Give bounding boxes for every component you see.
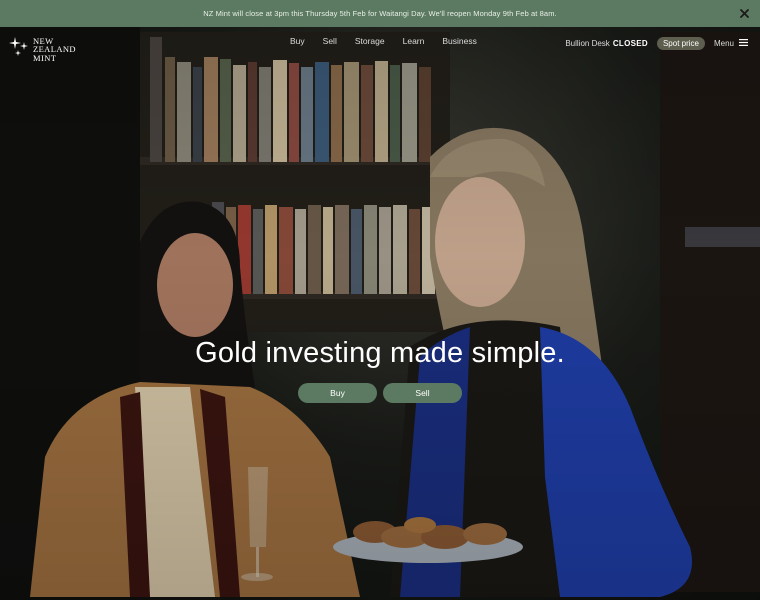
main-nav: Buy Sell Storage Learn Business xyxy=(290,36,495,46)
logo-line-3: Mint xyxy=(33,52,57,63)
nav-item-storage[interactable]: Storage xyxy=(355,36,385,46)
hero-overlay xyxy=(0,27,760,600)
bullion-desk-label: Bullion Desk xyxy=(565,39,610,48)
hero-buy-button[interactable]: Buy xyxy=(298,383,377,403)
menu-button[interactable]: Menu xyxy=(714,39,748,48)
nav-item-learn[interactable]: Learn xyxy=(403,36,425,46)
logo-text: New Zealand Mint xyxy=(33,37,76,63)
hero-background xyxy=(0,27,760,600)
hero-headline: Gold investing made simple. xyxy=(195,337,565,369)
nav-item-business[interactable]: Business xyxy=(442,36,477,46)
bullion-desk-state: CLOSED xyxy=(612,39,648,48)
hamburger-icon xyxy=(739,39,748,48)
announcement-bar: NZ Mint will close at 3pm this Thursday … xyxy=(0,0,760,27)
close-icon[interactable] xyxy=(737,6,751,20)
spot-price-button[interactable]: Spot price xyxy=(656,37,705,50)
logo[interactable]: New Zealand Mint xyxy=(9,36,76,63)
announcement-text: NZ Mint will close at 3pm this Thursday … xyxy=(203,9,557,18)
bullion-desk-status[interactable]: Bullion Desk CLOSED xyxy=(565,39,648,48)
header-right: Bullion Desk CLOSED Spot price Menu xyxy=(565,37,748,50)
nav-item-buy[interactable]: Buy xyxy=(290,36,305,46)
sparkle-stars-icon xyxy=(9,36,29,63)
hero-sell-button[interactable]: Sell xyxy=(383,383,462,403)
menu-label: Menu xyxy=(713,39,734,48)
site-header: New Zealand Mint Buy Sell Storage Learn … xyxy=(0,27,760,63)
nav-item-sell[interactable]: Sell xyxy=(323,36,337,46)
